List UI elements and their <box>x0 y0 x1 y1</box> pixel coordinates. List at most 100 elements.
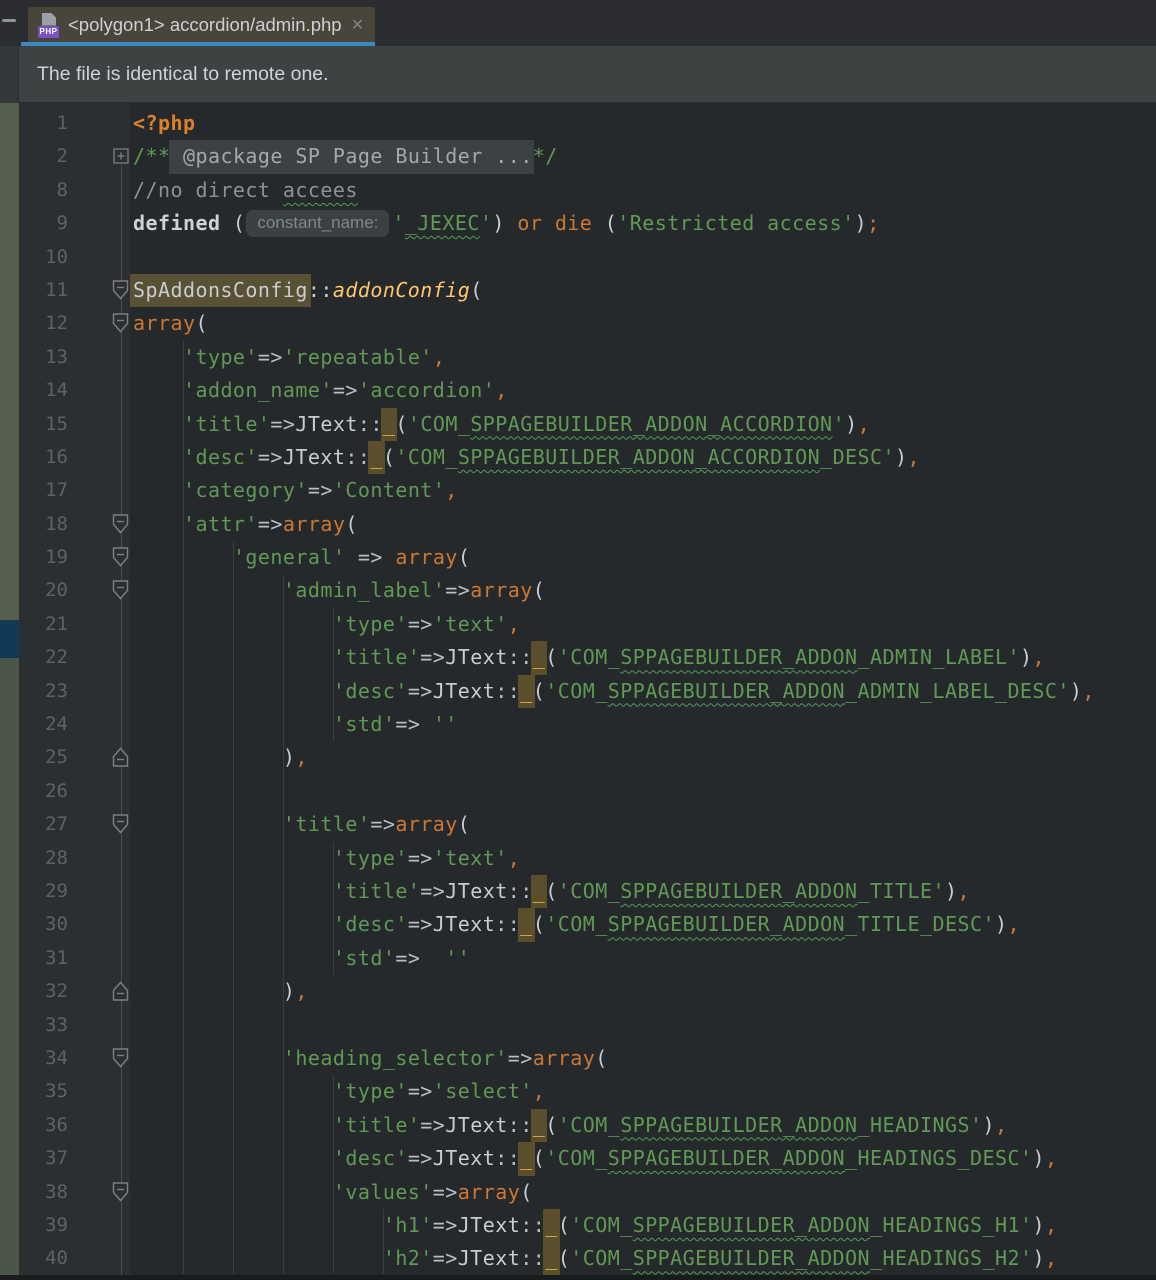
token: JText <box>457 1246 521 1271</box>
code-line: 28 'type'=>'text', <box>19 842 1156 875</box>
token: JText <box>282 444 346 469</box>
code-text: 'general' => array( <box>130 541 1156 574</box>
token: SPPAGEBUILDER_ADDON <box>607 678 846 703</box>
fold-expand-icon[interactable] <box>113 148 129 165</box>
line-number: 17 <box>45 479 68 502</box>
fold-column <box>68 241 130 274</box>
token: => <box>370 812 396 837</box>
token: ( <box>195 311 208 336</box>
token: :: <box>520 1246 546 1271</box>
code-line: 11 SpAddonsConfig::addonConfig( <box>19 273 1156 308</box>
token: :: <box>507 1112 533 1137</box>
token: ( <box>557 1212 571 1237</box>
line-number: 14 <box>45 379 68 402</box>
token: 'title' <box>282 812 371 837</box>
code-text: 'type'=>'text', <box>130 842 1156 875</box>
token: 'COM_ <box>570 1212 633 1237</box>
code-line: 32 ), <box>19 975 1156 1008</box>
token: 'std' <box>332 712 396 737</box>
fold-toggle-icon[interactable] <box>112 313 129 333</box>
parameter-hint: constant_name: <box>246 210 390 238</box>
code-text: 'title'=>JText::_('COM_SPPAGEBUILDER_ADD… <box>130 407 1156 441</box>
fold-toggle-icon[interactable] <box>112 513 129 534</box>
fold-toggle-icon[interactable] <box>112 280 129 300</box>
token: 'type' <box>332 1079 408 1104</box>
code-text: array( <box>130 307 1156 340</box>
token: ) <box>133 979 296 1004</box>
token: JText <box>457 1212 521 1237</box>
fold-toggle-icon[interactable] <box>112 1048 129 1068</box>
token: ( <box>545 645 558 670</box>
line-number: 28 <box>45 846 68 869</box>
fold-toggle-icon[interactable] <box>112 814 129 834</box>
token: <?php <box>133 111 196 135</box>
fold-column <box>68 574 130 607</box>
token: ) <box>1032 1146 1045 1171</box>
code-text: 'heading_selector'=>array( <box>130 1042 1156 1075</box>
token: , <box>295 745 308 770</box>
token: => <box>420 645 446 670</box>
line-number: 16 <box>45 445 68 468</box>
tab-close-icon[interactable]: × <box>342 15 364 35</box>
token: 'COM_ <box>545 912 608 937</box>
token: ( <box>470 277 483 302</box>
token: 'COM_ <box>557 1112 621 1137</box>
line-number: 30 <box>45 913 68 936</box>
code-line: 31 'std'=> '' <box>19 942 1156 975</box>
fold-column <box>68 1176 130 1209</box>
line-number: 24 <box>45 713 68 736</box>
tab-title: <polygon1> accordion/admin.php <box>68 13 342 35</box>
line-number: 8 <box>56 178 68 201</box>
token: ) <box>492 211 518 236</box>
token: defined <box>133 211 221 236</box>
token: ) <box>1032 1212 1045 1237</box>
fold-column <box>68 1042 130 1075</box>
token: 'select' <box>432 1079 533 1104</box>
token: 'COM_ <box>545 678 608 703</box>
token: ( <box>532 678 546 703</box>
code-line: 22 'title'=>JText::_('COM_SPPAGEBUILDER_… <box>19 641 1156 675</box>
token: , <box>1082 678 1095 703</box>
notification-bar-left-strip <box>0 46 19 103</box>
fold-column <box>68 408 130 441</box>
code-line: 37 'desc'=>JText::_('COM_SPPAGEBUILDER_A… <box>19 1142 1156 1176</box>
line-number: 29 <box>45 879 68 902</box>
fold-column <box>68 474 130 507</box>
fold-toggle-icon[interactable] <box>112 547 129 567</box>
token: , <box>532 1079 546 1104</box>
token: 'category' <box>182 478 308 503</box>
token: , <box>1044 1246 1058 1271</box>
token: JText <box>445 1112 508 1137</box>
token: => <box>270 411 296 436</box>
token: _TITLE_DESC' <box>845 912 995 937</box>
token: , <box>507 845 521 870</box>
code-text: /** @package SP Page Builder ...*/ <box>130 140 1156 174</box>
token: ( <box>545 1112 558 1137</box>
token: , <box>957 878 970 903</box>
notification-bar: The file is identical to remote one. <box>0 46 1156 103</box>
tab-admin-php[interactable]: PHP <polygon1> accordion/admin.php × <box>28 7 375 42</box>
fold-toggle-icon[interactable] <box>112 1181 129 1202</box>
token: die <box>554 211 593 236</box>
line-number: 11 <box>45 278 68 301</box>
fold-toggle-icon[interactable] <box>112 580 129 601</box>
code-line: 34 'heading_selector'=>array( <box>19 1042 1156 1075</box>
token: ( <box>545 878 558 903</box>
token: addonConfig <box>332 277 471 302</box>
token: => <box>432 1212 458 1237</box>
token: ( <box>532 578 546 603</box>
token: => <box>407 912 433 937</box>
fold-toggle-icon[interactable] <box>112 981 129 1001</box>
code-text: 'title'=>array( <box>130 808 1156 841</box>
fold-toggle-icon[interactable] <box>112 747 129 768</box>
fold-column <box>68 908 130 941</box>
token: ( <box>382 444 396 469</box>
token: ' <box>392 211 405 236</box>
